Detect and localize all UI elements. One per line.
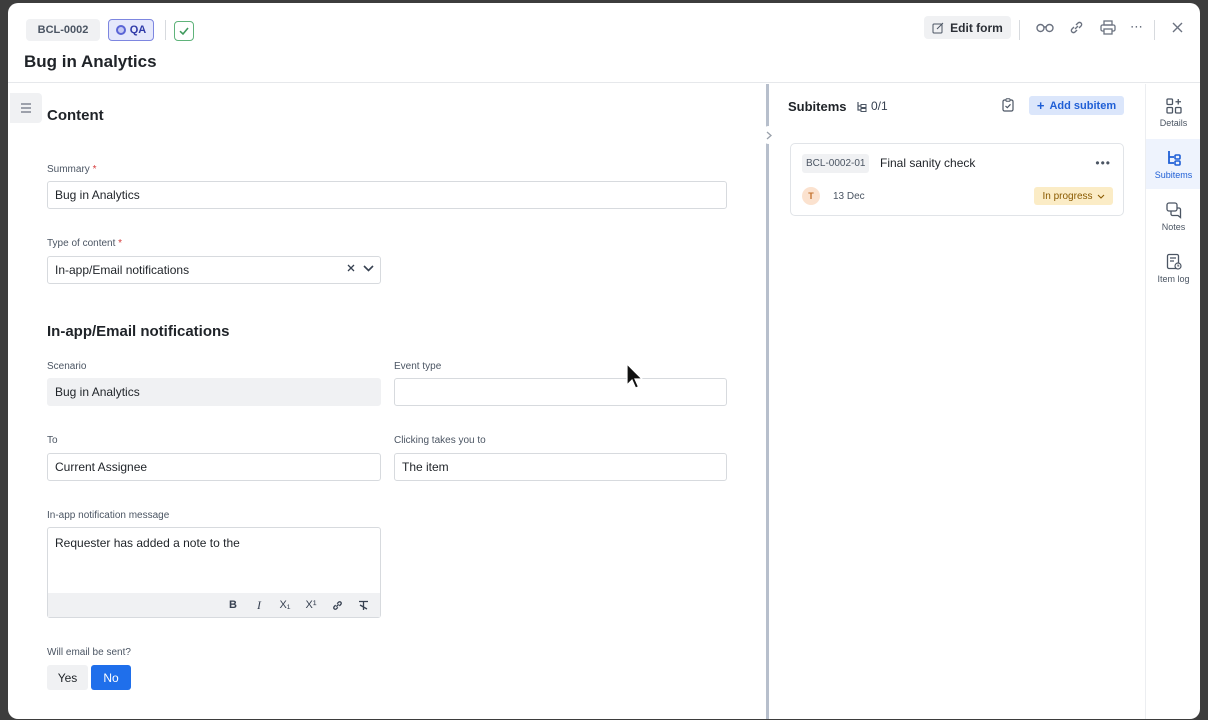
more-icon: ⋯ — [1130, 19, 1144, 34]
bold-icon[interactable]: B — [220, 595, 246, 615]
panel-splitter[interactable] — [766, 84, 769, 719]
rail-item-notes[interactable]: Notes — [1146, 191, 1200, 241]
subitem-id-badge: BCL-0002-01 — [802, 154, 870, 173]
item-modal: BCL-0002 QA Bug in Analytics Edit form ⋯ — [8, 3, 1200, 719]
subitems-count: 0/1 — [856, 99, 888, 113]
page-title: Bug in Analytics — [24, 52, 157, 71]
rail-label: Subitems — [1154, 169, 1193, 180]
binoculars-icon — [1036, 23, 1054, 33]
chevron-right-icon — [766, 131, 772, 139]
item-log-icon — [1166, 253, 1182, 270]
collapse-panel-button[interactable] — [761, 126, 777, 144]
summary-input[interactable]: Bug in Analytics — [47, 181, 727, 209]
link-icon[interactable] — [324, 595, 350, 615]
plus-icon: + — [1036, 98, 1045, 113]
superscript-icon[interactable]: X¹ — [298, 595, 324, 615]
print-button[interactable] — [1098, 17, 1118, 37]
mouse-cursor-icon — [626, 363, 644, 389]
type-of-content-label: Type of content * — [47, 238, 122, 249]
header-divider-3 — [1154, 20, 1155, 40]
inapp-message-text[interactable]: Requester has added a note to the — [55, 536, 240, 550]
printer-icon — [1100, 19, 1116, 35]
subscript-icon[interactable]: X₁ — [272, 595, 298, 615]
content-section-title: Content — [47, 107, 104, 124]
chevron-down-icon[interactable] — [363, 264, 374, 272]
type-of-content-label-text: Type of content — [47, 238, 116, 249]
scenario-label: Scenario — [47, 361, 87, 372]
header-divider-2 — [1019, 20, 1020, 40]
subitem-due-date: 13 Dec — [833, 191, 865, 202]
add-subitem-label: Add subitem — [1049, 99, 1117, 112]
status-badge[interactable]: In progress — [1034, 187, 1113, 205]
rail-item-item-log[interactable]: Item log — [1146, 243, 1200, 293]
link-glyph — [332, 600, 342, 610]
clipboard-check-icon — [1002, 98, 1014, 112]
edit-form-label: Edit form — [950, 20, 1003, 35]
chevron-down-icon — [1097, 194, 1104, 199]
clear-icon[interactable] — [347, 264, 355, 272]
item-id-badge: BCL-0002 — [26, 19, 100, 41]
to-label: To — [47, 435, 58, 446]
rail-label: Notes — [1161, 221, 1186, 232]
notes-icon — [1165, 201, 1181, 219]
check-icon — [179, 27, 189, 36]
header-divider — [165, 20, 166, 40]
email-sent-yes-button[interactable]: Yes — [47, 665, 88, 690]
menu-icon — [21, 103, 31, 113]
event-type-label: Event type — [394, 361, 442, 372]
summary-label-text: Summary — [47, 164, 90, 175]
copy-link-button[interactable] — [1066, 17, 1086, 37]
rail-item-details[interactable]: Details — [1146, 87, 1200, 137]
subitem-card[interactable]: BCL-0002-01 Final sanity check ••• T 13 … — [790, 143, 1124, 216]
close-icon — [1172, 22, 1182, 32]
event-type-input[interactable] — [394, 378, 727, 406]
required-mark: * — [118, 238, 123, 249]
add-subitem-button[interactable]: + Add subitem — [1029, 96, 1124, 115]
content-nav-toggle[interactable] — [10, 93, 42, 123]
to-input[interactable]: Current Assignee — [47, 453, 381, 481]
subitems-title: Subitems — [788, 99, 847, 114]
select-controls — [347, 264, 374, 272]
complete-checkbox[interactable] — [174, 21, 194, 41]
subitem-template-button[interactable] — [1002, 98, 1014, 117]
required-mark: * — [92, 164, 97, 175]
details-icon — [1165, 97, 1182, 114]
watch-button[interactable] — [1035, 17, 1055, 37]
subitem-title[interactable]: Final sanity check — [880, 156, 975, 170]
type-of-content-select[interactable]: In-app/Email notifications — [47, 256, 381, 284]
clicking-takes-you-to-label: Clicking takes you to — [394, 435, 486, 446]
status-chip-label: QA — [129, 24, 147, 36]
edit-icon — [932, 22, 944, 33]
clicking-takes-you-to-input[interactable]: The item — [394, 453, 727, 481]
subitem-more-icon[interactable]: ••• — [1095, 156, 1111, 170]
email-sent-label: Will email be sent? — [47, 647, 131, 658]
scenario-field: Bug in Analytics — [47, 378, 381, 406]
notifications-section-title: In-app/Email notifications — [47, 323, 230, 340]
editor-toolbar: B I X₁ X¹ — [48, 593, 380, 617]
avatar[interactable]: T — [802, 187, 820, 205]
rail-item-subitems[interactable]: Subitems — [1146, 139, 1200, 189]
modal-header: BCL-0002 QA Bug in Analytics Edit form ⋯ — [8, 3, 1200, 83]
rail-label: Details — [1159, 117, 1188, 128]
summary-label: Summary * — [47, 164, 96, 175]
status-badge-label: In progress — [1042, 190, 1093, 202]
right-rail: Details Subitems Notes Item log — [1145, 84, 1200, 719]
link-icon — [1070, 21, 1082, 33]
inapp-message-editor[interactable]: Requester has added a note to the B I X₁… — [47, 527, 381, 618]
type-of-content-value: In-app/Email notifications — [55, 263, 190, 277]
subitems-icon — [1167, 150, 1181, 166]
email-sent-no-button[interactable]: No — [91, 665, 131, 690]
close-button[interactable] — [1167, 17, 1187, 37]
clear-format-icon[interactable] — [350, 595, 376, 615]
italic-icon[interactable]: I — [246, 595, 272, 615]
subitems-tree-icon — [857, 101, 867, 112]
status-chip-qa[interactable]: QA — [108, 19, 154, 41]
edit-form-button[interactable]: Edit form — [924, 16, 1011, 39]
clear-format-glyph — [358, 600, 368, 610]
qa-status-icon — [115, 25, 126, 35]
more-actions-button[interactable]: ⋯ — [1127, 17, 1147, 37]
inapp-message-label: In-app notification message — [47, 510, 170, 521]
rail-label: Item log — [1157, 273, 1190, 284]
subitems-count-text: 0/1 — [871, 99, 888, 113]
